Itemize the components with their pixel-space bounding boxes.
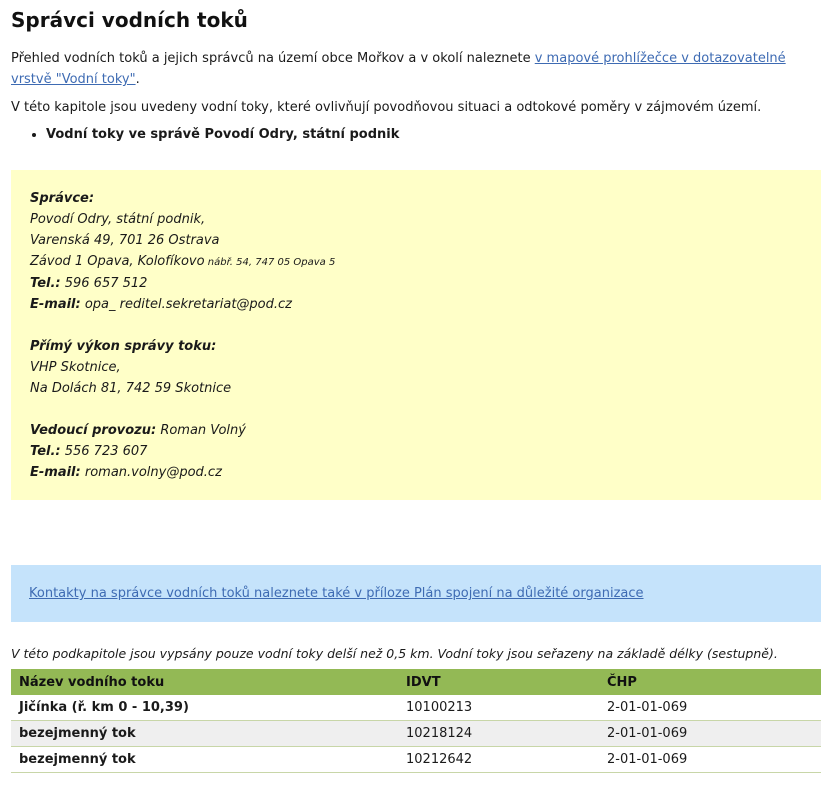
- head-email: E-mail: roman.volny@pod.cz: [30, 462, 821, 483]
- river-idvt: 10100213: [398, 695, 599, 721]
- table-row: bezejmenný tok 10218124 2-01-01-069: [11, 720, 821, 747]
- manager-line-2: Varenská 49, 701 26 Ostrava: [30, 233, 220, 248]
- river-name: bezejmenný tok: [11, 720, 398, 747]
- manager-phone-label: Tel.:: [30, 276, 61, 291]
- table-row: Jičínka (ř. km 0 - 10,39) 10100213 2-01-…: [11, 695, 821, 721]
- intro-text: Přehled vodních toků a jejich správců na…: [11, 51, 535, 66]
- river-chp: 2-01-01-069: [599, 746, 821, 773]
- river-idvt: 10218124: [398, 720, 599, 747]
- head-email-label: E-mail:: [30, 465, 81, 480]
- column-header-chp: ČHP: [599, 669, 821, 695]
- column-header-name: Název vodního toku: [11, 669, 398, 695]
- bullet-item: Vodní toky ve správě Povodí Odry, státní…: [46, 124, 820, 145]
- river-name: Jičínka (ř. km 0 - 10,39): [11, 695, 398, 721]
- manager-label: Správce:: [30, 191, 95, 206]
- manager-line-3: Závod 1 Opava, Kolofíkovo nábř. 54, 747 …: [30, 251, 821, 273]
- head-email-value: roman.volny@pod.cz: [80, 465, 222, 480]
- table-row: bezejmenný tok 10212642 2-01-01-069: [11, 746, 821, 773]
- manager-line-1: Povodí Odry, státní podnik,: [30, 212, 206, 227]
- manager-email: E-mail: opa_ reditel.sekretariat@pod.cz: [30, 294, 821, 315]
- manager-phone: Tel.: 596 657 512: [30, 273, 821, 294]
- page: Správci vodních toků Přehled vodních tok…: [0, 0, 830, 773]
- chapter-description: V této kapitole jsou uvedeny vodní toky,…: [11, 100, 762, 115]
- column-header-idvt: IDVT: [398, 669, 599, 695]
- head-label: Vedoucí provozu:: [30, 423, 157, 438]
- river-chp: 2-01-01-069: [599, 695, 821, 721]
- manager-email-label: E-mail:: [30, 297, 81, 312]
- head-phone: Tel.: 556 723 607: [30, 441, 821, 462]
- river-idvt: 10212642: [398, 746, 599, 773]
- subchapter-note: V této podkapitole jsou vypsány pouze vo…: [11, 646, 778, 661]
- intro-paragraph: Přehled vodních toků a jejich správců na…: [11, 48, 820, 90]
- manager-phone-value: 596 657 512: [60, 276, 148, 291]
- manager-line-3-small: nábř. 54, 747 05 Opava 5: [204, 257, 336, 268]
- intro-end: .: [135, 72, 140, 87]
- manager-info-box: Správce: Povodí Odry, státní podnik, Var…: [11, 170, 821, 500]
- river-name: bezejmenný tok: [11, 746, 398, 773]
- bullet-list: Vodní toky ve správě Povodí Odry, státní…: [11, 124, 820, 145]
- contacts-link[interactable]: Kontakty na správce vodních toků nalezne…: [29, 586, 644, 601]
- head-phone-label: Tel.:: [30, 444, 61, 459]
- direct-line-2: Na Dolách 81, 742 59 Skotnice: [30, 381, 232, 396]
- head-name: Roman Volný: [156, 423, 246, 438]
- rivers-table: Název vodního toku IDVT ČHP Jičínka (ř. …: [11, 669, 821, 773]
- contacts-info-box: Kontakty na správce vodních toků nalezne…: [11, 565, 821, 622]
- table-header-row: Název vodního toku IDVT ČHP: [11, 669, 821, 695]
- manager-line-3-main: Závod 1 Opava, Kolofíkovo: [30, 254, 205, 269]
- river-chp: 2-01-01-069: [599, 720, 821, 747]
- page-title: Správci vodních toků: [11, 8, 248, 32]
- direct-line-1: VHP Skotnice,: [30, 360, 121, 375]
- direct-management-label: Přímý výkon správy toku:: [30, 339, 217, 354]
- head-of-operations: Vedoucí provozu: Roman Volný: [30, 420, 821, 441]
- head-phone-value: 556 723 607: [60, 444, 148, 459]
- manager-email-value: opa_ reditel.sekretariat@pod.cz: [80, 297, 292, 312]
